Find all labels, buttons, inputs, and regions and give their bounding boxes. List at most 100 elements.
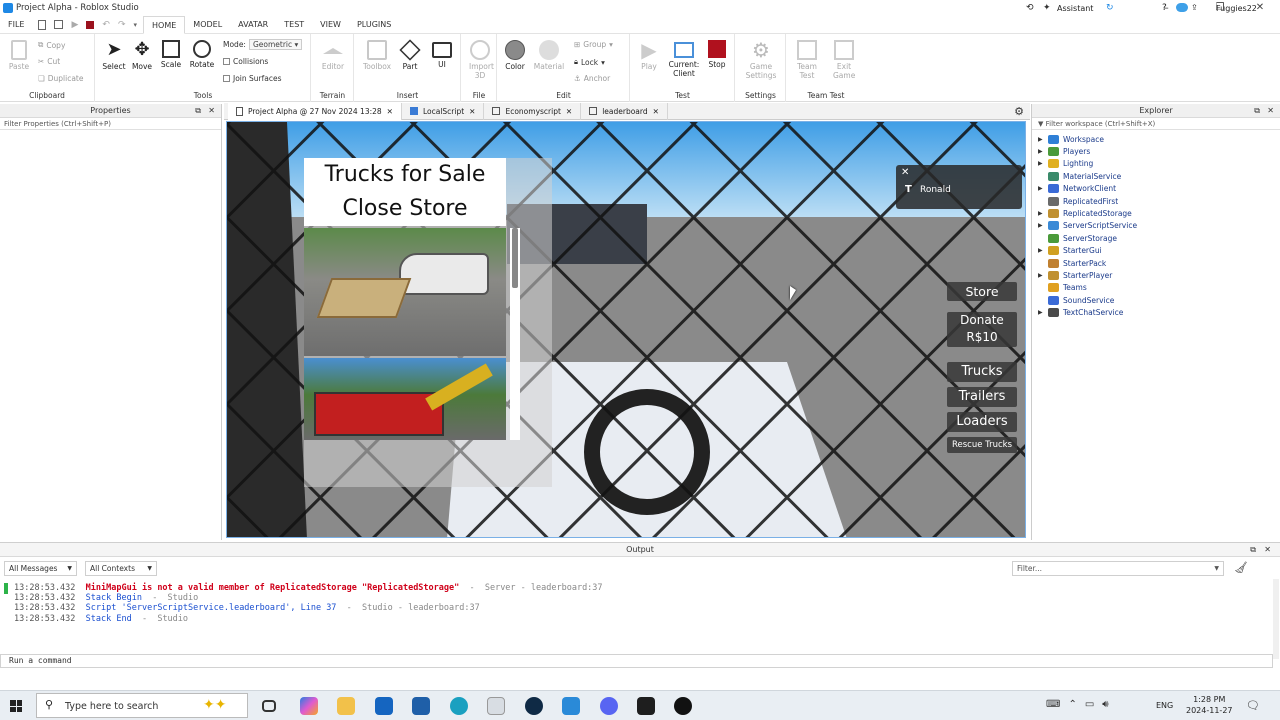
output-scrollbar[interactable] [1273, 579, 1279, 659]
close-window-icon[interactable]: ✕ [1240, 0, 1280, 16]
duplicate-button[interactable]: ❏ Duplicate [38, 74, 83, 83]
explorer-item[interactable]: Teams [1032, 282, 1280, 294]
explorer-filter-input[interactable]: ▼ Filter workspace (Ctrl+Shift+X) [1032, 118, 1280, 130]
steam-icon[interactable] [525, 697, 543, 715]
tray-icons[interactable]: ⌨ ⌃ ▭ 🔊︎ [1046, 699, 1109, 710]
expand-arrow-icon[interactable]: ▶ [1038, 210, 1048, 217]
cut-button[interactable]: ✂ Cut [38, 57, 60, 66]
copilot-icon[interactable] [300, 697, 318, 715]
menu-model[interactable]: MODEL [185, 16, 230, 34]
store-scrollbar-thumb[interactable] [512, 228, 518, 288]
play-button[interactable]: ▶ Play [634, 40, 664, 71]
explorer-item[interactable]: ServerStorage [1032, 232, 1280, 244]
edge-browser-icon[interactable] [450, 697, 468, 715]
explorer-item[interactable]: ▶ Lighting [1032, 158, 1280, 170]
explorer-item[interactable]: ▶ TextChatService [1032, 306, 1280, 318]
properties-filter-input[interactable]: Filter Properties (Ctrl+Shift+P) [0, 118, 221, 130]
microsoft-store-icon[interactable] [412, 697, 430, 715]
command-bar-input[interactable]: Run a command [0, 654, 1273, 668]
menu-avatar[interactable]: AVATAR [230, 16, 276, 34]
popout-icon[interactable]: ⧉ [195, 104, 201, 118]
roblox-studio-taskbar-icon[interactable] [562, 697, 580, 715]
play-icon[interactable]: ▶ [71, 20, 78, 30]
language-indicator[interactable]: ENG [1156, 701, 1173, 710]
tab-leaderboard[interactable]: leaderboard ✕ [581, 102, 668, 120]
explorer-item[interactable]: ▶ StarterPlayer [1032, 269, 1280, 281]
explorer-item[interactable]: ▶ Workspace [1032, 133, 1280, 145]
menu-view[interactable]: VIEW [312, 16, 349, 34]
keyboard-icon[interactable]: ⌨ [1046, 699, 1060, 710]
store-scrollbar[interactable] [510, 228, 520, 440]
sync-icon[interactable]: ↻ [1106, 3, 1114, 13]
menu-file[interactable]: FILE [0, 16, 32, 34]
select-button[interactable]: ➤ Select [101, 40, 127, 72]
stop-icon[interactable] [86, 20, 95, 29]
game-viewport[interactable]: Trucks for Sale Close Store ✕ T Ronald S… [226, 121, 1026, 538]
explorer-item[interactable]: ▶ StarterGui [1032, 245, 1280, 257]
lock-button[interactable]: 🔒︎ Lock ▾ [574, 57, 605, 67]
minimize-icon[interactable]: – [1146, 0, 1186, 16]
expand-arrow-icon[interactable]: ▶ [1038, 309, 1048, 316]
trailers-button[interactable]: Trailers [947, 387, 1017, 407]
stop-button[interactable]: Stop [704, 40, 730, 69]
app-icon[interactable] [637, 697, 655, 715]
store-button[interactable]: Store [947, 282, 1017, 301]
expand-arrow-icon[interactable]: ▶ [1038, 247, 1048, 254]
tab-place[interactable]: Project Alpha @ 27 Nov 2024 13:28 ✕ [228, 102, 402, 120]
truck-listing-2[interactable] [304, 358, 506, 440]
assistant-button[interactable]: Assistant [1057, 4, 1093, 13]
close-tab-icon[interactable]: ✕ [653, 107, 659, 116]
close-store-button[interactable]: Close Store [304, 192, 506, 226]
taskbar-clock[interactable]: 1:28 PM 2024-11-27 [1186, 694, 1233, 716]
explorer-item[interactable]: ▶ ReplicatedStorage [1032, 207, 1280, 219]
taskbar-search-box[interactable]: ⚲ Type here to search ✦✦ [36, 693, 248, 718]
customize-icon[interactable]: ▾ [134, 21, 138, 29]
menu-test[interactable]: TEST [276, 16, 312, 34]
outlook-icon[interactable] [375, 697, 393, 715]
menu-home[interactable]: HOME [143, 15, 186, 34]
close-player-card-icon[interactable]: ✕ [901, 167, 909, 178]
paste-button[interactable]: Paste [6, 40, 32, 71]
explorer-item[interactable]: ▶ ServerScriptService [1032, 220, 1280, 232]
rotate-button[interactable]: Rotate [187, 40, 217, 69]
part-button[interactable]: Part [397, 39, 423, 71]
notifications-icon[interactable]: 🗨︎ [1246, 699, 1260, 712]
windows-start-icon[interactable] [10, 700, 22, 712]
popout-icon[interactable]: ⧉ [1254, 104, 1260, 118]
media-player-icon[interactable] [674, 697, 692, 715]
expand-arrow-icon[interactable]: ▶ [1038, 272, 1048, 279]
color-button[interactable]: Color [500, 40, 530, 71]
share-icon[interactable]: ⟲ [1026, 3, 1034, 13]
expand-arrow-icon[interactable]: ▶ [1038, 136, 1048, 143]
assistant-icon[interactable]: ✦ [1043, 3, 1051, 13]
discord-icon[interactable] [600, 697, 618, 715]
menu-plugins[interactable]: PLUGINS [349, 16, 399, 34]
contexts-filter-dropdown[interactable]: All Contexts ▼ [85, 561, 157, 576]
team-test-button[interactable]: Team Test [790, 40, 824, 80]
rescue-trucks-button[interactable]: Rescue Trucks [947, 437, 1017, 453]
truck-listing-1[interactable] [304, 228, 506, 356]
import-3d-button[interactable]: Import 3D [464, 40, 496, 80]
mode-dropdown[interactable]: Geometric ▾ [248, 39, 303, 50]
toolbox-button[interactable]: Toolbox [359, 40, 395, 71]
explorer-item[interactable]: MaterialService [1032, 170, 1280, 182]
expand-arrow-icon[interactable]: ▶ [1038, 222, 1048, 229]
volume-icon[interactable]: 🔊︎ [1102, 699, 1108, 710]
popout-icon[interactable]: ⧉ [1250, 543, 1256, 557]
notepad-icon[interactable] [487, 697, 505, 715]
explorer-item[interactable]: ▶ NetworkClient [1032, 183, 1280, 195]
viewport-settings-icon[interactable]: ⚙ [1014, 105, 1024, 118]
explorer-item[interactable]: ▶ Players [1032, 145, 1280, 157]
join-surfaces-checkbox[interactable] [223, 75, 230, 82]
messages-filter-dropdown[interactable]: All Messages ▼ [4, 561, 77, 576]
expand-arrow-icon[interactable]: ▶ [1038, 185, 1048, 192]
new-file-icon[interactable] [38, 19, 47, 30]
explorer-item[interactable]: SoundService [1032, 294, 1280, 306]
join-surfaces-toggle[interactable]: Join Surfaces [223, 74, 282, 83]
undo-icon[interactable]: ↶ [102, 20, 110, 30]
scale-button[interactable]: Scale [158, 40, 184, 69]
material-button[interactable]: Material [531, 40, 567, 71]
close-explorer-icon[interactable]: ✕ [1267, 104, 1274, 118]
restore-icon[interactable]: ❐ [1200, 0, 1240, 16]
ui-button[interactable]: UI [429, 40, 455, 69]
